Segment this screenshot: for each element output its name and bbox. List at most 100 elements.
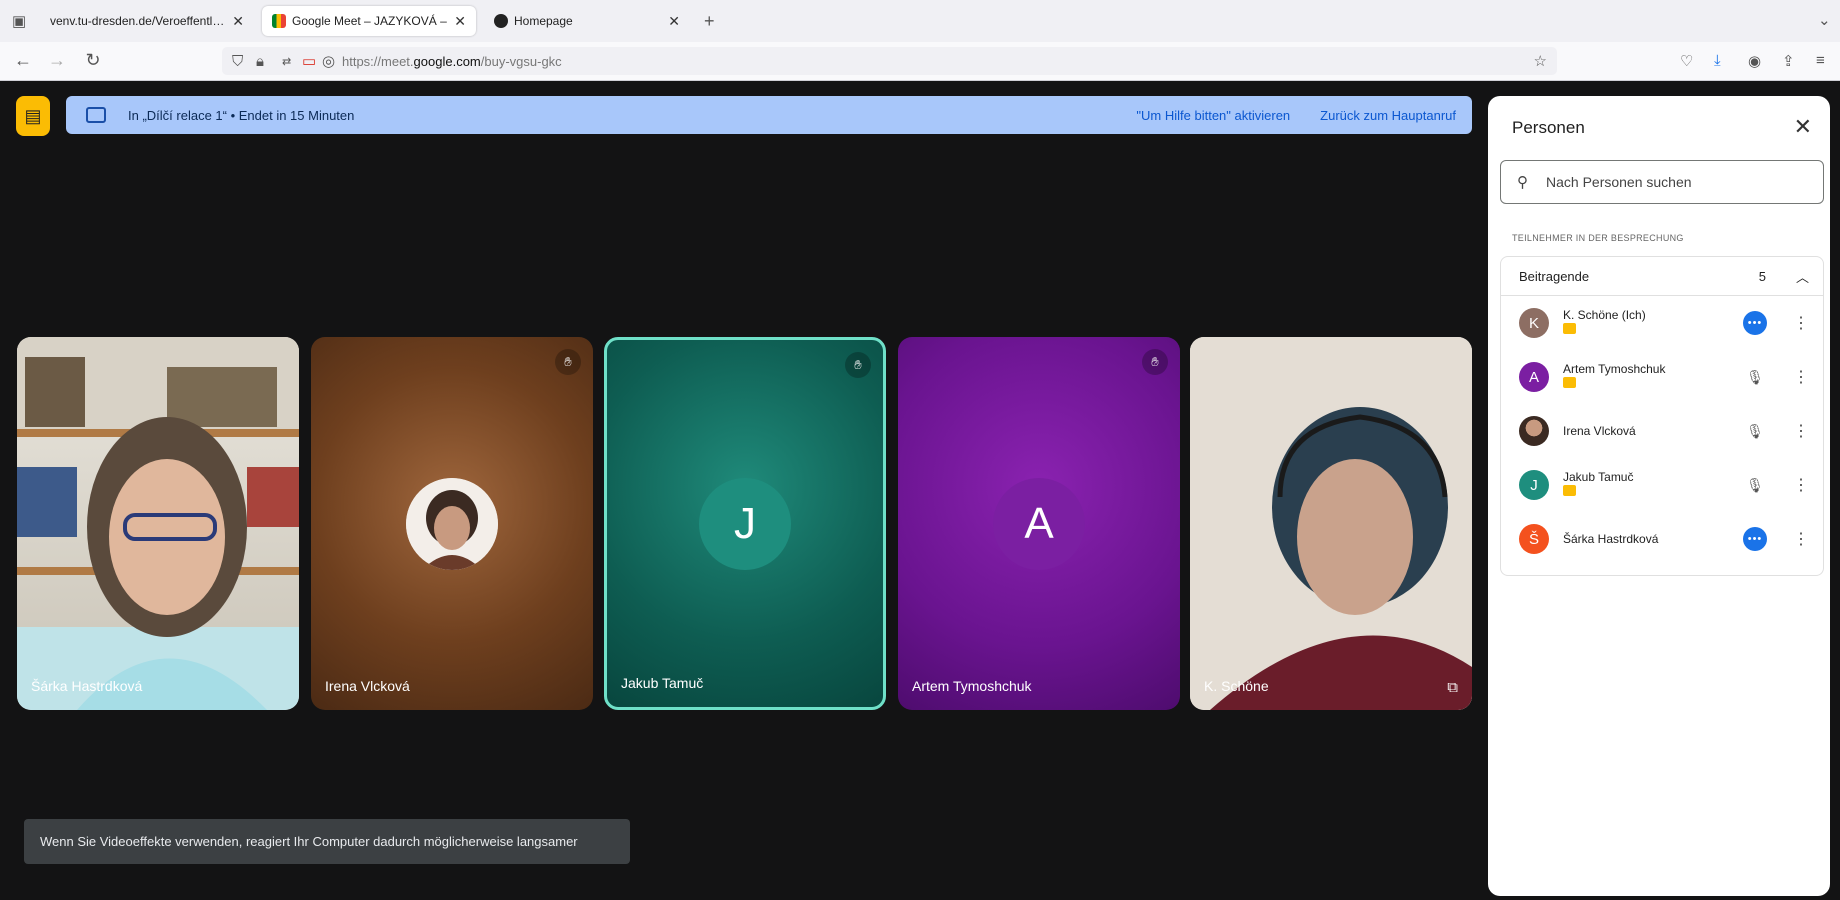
- picture-in-picture-icon[interactable]: ⧉: [1447, 679, 1458, 696]
- pocket-icon[interactable]: ♡: [1680, 52, 1693, 70]
- return-to-main-call-link[interactable]: Zurück zum Hauptanruf: [1320, 108, 1456, 123]
- menu-icon[interactable]: ≡: [1816, 52, 1825, 69]
- participant-avatar-photo: [406, 477, 498, 570]
- speaking-indicator-icon: •••: [1743, 311, 1767, 335]
- participant-name: Jakub Tamuč: [621, 675, 704, 691]
- participant-avatar: J: [699, 477, 791, 570]
- search-placeholder: Nach Personen suchen: [1546, 174, 1692, 190]
- more-options-icon[interactable]: ⋮: [1793, 475, 1809, 495]
- search-icon: ⚲: [1517, 174, 1528, 191]
- participant-video: [17, 337, 299, 710]
- close-icon[interactable]: ✕: [668, 13, 680, 30]
- tab-title: Homepage: [514, 14, 573, 28]
- participant-name: Irena Vlcková: [325, 678, 410, 694]
- mic-off-icon[interactable]: 🎙︎: [1743, 473, 1767, 497]
- participant-tile[interactable]: ✋︎ A Artem Tymoshchuk: [898, 337, 1180, 710]
- section-heading: TEILNEHMER IN DER BESPRECHUNG: [1512, 233, 1684, 243]
- breakout-room-icon[interactable]: ▤: [16, 96, 50, 136]
- tab-title: venv.tu-dresden.de/Veroeffentlichungen/F…: [50, 14, 226, 28]
- close-icon[interactable]: ✕: [1794, 114, 1812, 140]
- chevron-down-icon[interactable]: ⌄: [1818, 11, 1831, 29]
- participant-tile-active-speaker[interactable]: ✋︎ J Jakub Tamuč: [604, 337, 886, 710]
- participant-row[interactable]: J Jakub Tamuč 🎙︎ ⋮: [1501, 458, 1823, 512]
- speaking-indicator-icon: •••: [1743, 527, 1767, 551]
- mic-off-icon[interactable]: 🎙︎: [1743, 419, 1767, 443]
- participant-row[interactable]: Irena Vlcková 🎙︎ ⋮: [1501, 404, 1823, 458]
- participant-name: Irena Vlcková: [1563, 423, 1636, 438]
- group-label: Beitragende: [1519, 268, 1590, 284]
- group-count: 5: [1758, 268, 1766, 284]
- tab-google-meet[interactable]: Google Meet – JAZYKOVÁ – ✕: [262, 6, 476, 36]
- avatar: K: [1519, 308, 1549, 338]
- breakout-icon: [86, 107, 106, 123]
- url-bar[interactable]: ⛉ 🔒︎ ⇄ ▭ ◎ https://meet.google.com/buy-v…: [222, 47, 1557, 75]
- participant-name: Šárka Hastrdková: [1563, 531, 1659, 546]
- participant-row[interactable]: A Artem Tymoshchuk 🎙︎ ⋮: [1501, 350, 1823, 404]
- participant-name: Artem Tymoshchuk: [912, 678, 1032, 694]
- mic-off-icon[interactable]: 🎙︎: [1743, 365, 1767, 389]
- tab-title: Google Meet – JAZYKOVÁ –: [292, 14, 447, 28]
- new-tab-icon[interactable]: +: [704, 11, 715, 32]
- contributors-header[interactable]: Beitragende 5 ︿: [1501, 257, 1823, 296]
- shield-icon[interactable]: ⛉: [232, 53, 243, 70]
- close-icon[interactable]: ✕: [232, 13, 244, 30]
- people-panel: Personen ✕ ⚲ Nach Personen suchen TEILNE…: [1488, 96, 1830, 896]
- more-options-icon[interactable]: ⋮: [1793, 421, 1809, 441]
- extensions-icon[interactable]: ⇪: [1782, 52, 1795, 70]
- participant-row[interactable]: Š Šárka Hastrdková ••• ⋮: [1501, 512, 1823, 566]
- banner-text: In „Dílčí relace 1“ • Endet in 15 Minute…: [128, 107, 355, 123]
- participant-name: K. Schöne: [1204, 678, 1269, 694]
- reload-icon[interactable]: ↻: [82, 50, 104, 71]
- tab-homepage[interactable]: Homepage ✕: [484, 6, 690, 36]
- tab-tu-dresden[interactable]: venv.tu-dresden.de/Veroeffentlichungen/F…: [40, 6, 254, 36]
- host-tag-icon: [1563, 377, 1576, 388]
- participant-name: Artem Tymoshchuk: [1563, 362, 1666, 376]
- panel-title: Personen: [1512, 118, 1585, 137]
- contributors-group: Beitragende 5 ︿ K K. Schöne (Ich) ••• ⋮ …: [1500, 256, 1824, 576]
- participant-row[interactable]: K K. Schöne (Ich) ••• ⋮: [1501, 296, 1823, 350]
- tab-overview-icon[interactable]: ▣: [12, 12, 26, 30]
- participant-video: [1190, 337, 1472, 710]
- participant-name: K. Schöne (Ich): [1563, 308, 1646, 322]
- lock-icon[interactable]: 🔒︎: [256, 53, 264, 70]
- forward-icon[interactable]: →: [46, 50, 68, 71]
- camera-icon[interactable]: ▭: [302, 52, 316, 70]
- browser-nav-bar: ← → ↻ ⛉ 🔒︎ ⇄ ▭ ◎ https://meet.google.com…: [0, 42, 1840, 81]
- chevron-up-icon[interactable]: ︿: [1796, 267, 1809, 286]
- raise-hand-icon: ✋︎: [1142, 349, 1168, 375]
- more-options-icon[interactable]: ⋮: [1793, 367, 1809, 387]
- meet-favicon-icon: [272, 14, 286, 28]
- breakout-banner: In „Dílčí relace 1“ • Endet in 15 Minute…: [66, 96, 1472, 134]
- avatar: Š: [1519, 524, 1549, 554]
- raise-hand-icon: ✋︎: [845, 352, 871, 378]
- participant-tile[interactable]: Šárka Hastrdková: [17, 337, 299, 710]
- participant-avatar: A: [993, 477, 1085, 570]
- info-favicon-icon: [494, 14, 508, 28]
- avatar-initial: A: [1024, 498, 1054, 548]
- raise-hand-icon: ✋︎: [555, 349, 581, 375]
- participant-tile-self[interactable]: K. Schöne ⧉: [1190, 337, 1472, 710]
- people-search-input[interactable]: ⚲ Nach Personen suchen: [1500, 160, 1824, 204]
- avatar-initial: J: [734, 498, 756, 548]
- microphone-icon[interactable]: ◎: [322, 52, 335, 70]
- avatar: A: [1519, 362, 1549, 392]
- bookmark-star-icon[interactable]: ☆: [1534, 52, 1547, 70]
- participant-name: Jakub Tamuč: [1563, 470, 1634, 484]
- participant-tile[interactable]: ✋︎ Irena Vlcková: [311, 337, 593, 710]
- back-icon[interactable]: ←: [12, 50, 34, 71]
- account-icon[interactable]: ◉: [1748, 52, 1761, 70]
- download-icon[interactable]: ⤓: [1714, 52, 1721, 69]
- more-options-icon[interactable]: ⋮: [1793, 529, 1809, 549]
- host-tag-icon: [1563, 485, 1576, 496]
- browser-tab-bar: ▣ venv.tu-dresden.de/Veroeffentlichungen…: [0, 0, 1840, 43]
- permissions-icon[interactable]: ⇄: [282, 55, 291, 68]
- url-text: https://meet.google.com/buy-vgsu-gkc: [342, 53, 562, 69]
- participant-name: Šárka Hastrdková: [31, 678, 143, 694]
- video-effects-toast: Wenn Sie Videoeffekte verwenden, reagier…: [24, 819, 630, 864]
- ask-for-help-link[interactable]: "Um Hilfe bitten" aktivieren: [1136, 108, 1290, 123]
- more-options-icon[interactable]: ⋮: [1793, 313, 1809, 333]
- avatar-photo: [1519, 416, 1549, 446]
- toast-text: Wenn Sie Videoeffekte verwenden, reagier…: [40, 834, 578, 849]
- close-icon[interactable]: ✕: [454, 13, 466, 30]
- host-tag-icon: [1563, 323, 1576, 334]
